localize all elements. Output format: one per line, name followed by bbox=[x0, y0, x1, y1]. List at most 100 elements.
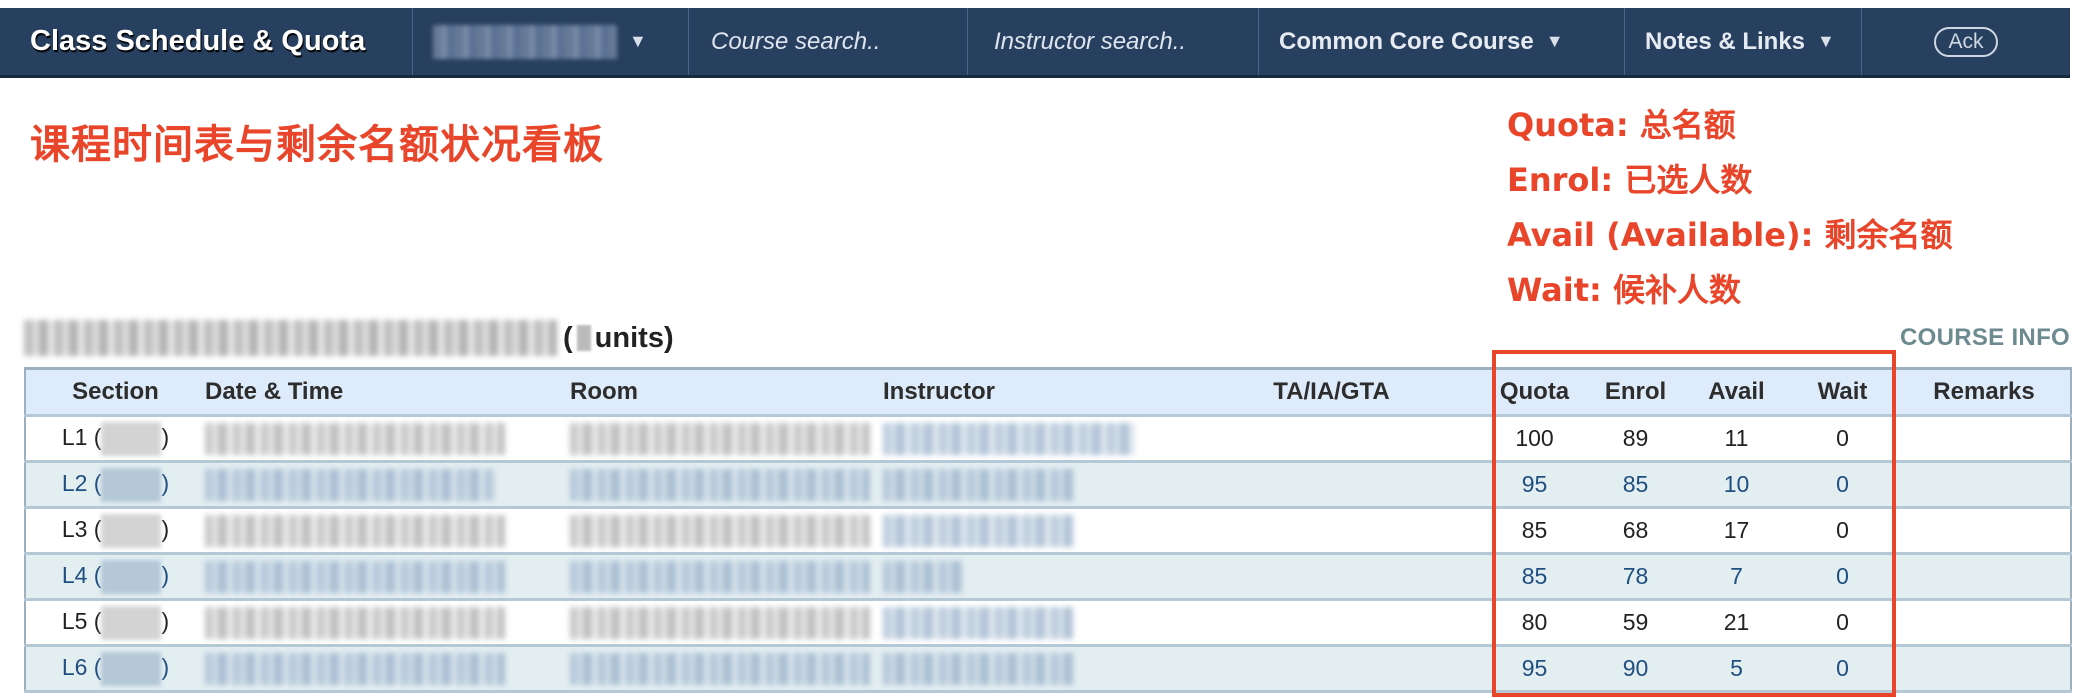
section-cell[interactable]: L1 () bbox=[24, 415, 205, 463]
instructor-cell[interactable] bbox=[883, 507, 1179, 555]
table-row[interactable]: L5 () 80 59 21 0 bbox=[24, 599, 2072, 647]
notes-links-menu[interactable]: Notes & Links ▼ bbox=[1624, 8, 1861, 75]
course-info-link[interactable]: COURSE INFO bbox=[1900, 324, 2070, 352]
annotation-heading: 课程时间表与剩余名额状况看板 bbox=[30, 122, 604, 168]
room-cell bbox=[570, 553, 883, 601]
enrol-cell: 85 bbox=[1585, 461, 1686, 509]
date-time-redacted bbox=[205, 468, 495, 501]
quota-cell: 95 bbox=[1484, 461, 1585, 509]
section-code[interactable]: L1 bbox=[62, 424, 88, 450]
legend-avail: Avail (Available): 剩余名额 bbox=[1507, 216, 1953, 254]
enrol-cell: 59 bbox=[1585, 599, 1686, 647]
wait-cell: 0 bbox=[1787, 553, 1898, 601]
remarks-cell bbox=[1898, 645, 2072, 693]
quota-cell: 80 bbox=[1484, 599, 1585, 647]
term-selector-value-redacted bbox=[433, 24, 617, 59]
section-code[interactable]: L2 bbox=[62, 470, 88, 496]
quota-cell: 100 bbox=[1484, 415, 1585, 463]
date-time-cell bbox=[205, 553, 570, 601]
table-row[interactable]: L4 () 85 78 7 0 bbox=[24, 553, 2072, 601]
common-core-course-menu[interactable]: Common Core Course ▼ bbox=[1258, 8, 1624, 75]
remarks-cell bbox=[1898, 507, 2072, 555]
section-id-redacted bbox=[101, 467, 162, 502]
date-time-redacted bbox=[205, 606, 505, 639]
instructor-redacted[interactable] bbox=[883, 514, 1073, 547]
section-cell[interactable]: L5 () bbox=[24, 599, 205, 647]
table-row[interactable]: L2 () 95 85 10 0 bbox=[24, 461, 2072, 509]
avail-cell: 5 bbox=[1686, 645, 1787, 693]
legend-enrol: Enrol: 已选人数 bbox=[1507, 161, 1753, 199]
col-header-avail: Avail bbox=[1686, 367, 1787, 417]
annotation-legend: Quota: 总名额 Enrol: 已选人数 Avail (Available)… bbox=[1507, 104, 1953, 324]
instructor-cell[interactable] bbox=[883, 553, 1179, 601]
date-time-redacted bbox=[205, 422, 505, 455]
col-header-wait: Wait bbox=[1787, 367, 1898, 417]
term-selector[interactable]: ▼ bbox=[412, 8, 688, 75]
instructor-search-cell bbox=[967, 8, 1258, 75]
date-time-cell bbox=[205, 507, 570, 555]
instructor-redacted[interactable] bbox=[883, 606, 1073, 639]
instructor-cell[interactable] bbox=[883, 599, 1179, 647]
enrol-cell: 90 bbox=[1585, 645, 1686, 693]
section-id-redacted bbox=[101, 605, 162, 640]
course-title: ( units) bbox=[24, 318, 674, 358]
ack-button[interactable]: Ack bbox=[1934, 26, 1998, 57]
section-code[interactable]: L4 bbox=[62, 562, 88, 588]
instructor-cell[interactable] bbox=[883, 645, 1179, 693]
legend-quota: Quota: 总名额 bbox=[1507, 106, 1736, 144]
col-header-enrol: Enrol bbox=[1585, 367, 1686, 417]
notes-links-label: Notes & Links bbox=[1645, 27, 1806, 55]
col-header-remarks: Remarks bbox=[1898, 367, 2072, 417]
room-redacted bbox=[570, 606, 870, 639]
section-code[interactable]: L3 bbox=[62, 516, 88, 542]
course-search-input[interactable] bbox=[711, 27, 951, 56]
chevron-down-icon: ▼ bbox=[629, 31, 647, 51]
remarks-cell bbox=[1898, 599, 2072, 647]
instructor-redacted[interactable] bbox=[883, 560, 963, 593]
ta-cell bbox=[1179, 415, 1484, 463]
wait-cell: 0 bbox=[1787, 599, 1898, 647]
room-cell bbox=[570, 415, 883, 463]
room-redacted bbox=[570, 560, 870, 593]
instructor-search-input[interactable] bbox=[994, 27, 1234, 56]
app-title[interactable]: Class Schedule & Quota bbox=[0, 8, 412, 75]
chevron-down-icon: ▼ bbox=[1545, 31, 1564, 51]
table-row[interactable]: L6 () 95 90 5 0 bbox=[24, 645, 2072, 693]
table-header-row: Section Date & Time Room Instructor TA/I… bbox=[24, 367, 2072, 417]
section-cell[interactable]: L6 () bbox=[24, 645, 205, 693]
top-nav-bar: Class Schedule & Quota ▼ Common Core Cou… bbox=[0, 8, 2070, 78]
col-header-room: Room bbox=[570, 367, 883, 417]
table-row[interactable]: L1 () 100 89 11 0 bbox=[24, 415, 2072, 463]
room-redacted bbox=[570, 514, 870, 547]
ta-cell bbox=[1179, 599, 1484, 647]
wait-cell: 0 bbox=[1787, 645, 1898, 693]
section-code[interactable]: L5 bbox=[62, 608, 88, 634]
room-redacted bbox=[570, 422, 870, 455]
instructor-redacted[interactable] bbox=[883, 422, 1135, 455]
section-id-redacted bbox=[101, 651, 162, 686]
instructor-redacted[interactable] bbox=[883, 468, 1073, 501]
course-search-cell bbox=[688, 8, 967, 75]
section-cell[interactable]: L3 () bbox=[24, 507, 205, 555]
section-cell[interactable]: L2 () bbox=[24, 461, 205, 509]
instructor-cell[interactable] bbox=[883, 415, 1179, 463]
col-header-quota: Quota bbox=[1484, 367, 1585, 417]
instructor-redacted[interactable] bbox=[883, 652, 1073, 685]
table-row[interactable]: L3 () 85 68 17 0 bbox=[24, 507, 2072, 555]
ta-cell bbox=[1179, 461, 1484, 509]
section-id-redacted bbox=[101, 559, 162, 594]
enrol-cell: 78 bbox=[1585, 553, 1686, 601]
instructor-cell[interactable] bbox=[883, 461, 1179, 509]
wait-cell: 0 bbox=[1787, 507, 1898, 555]
ack-cell: Ack bbox=[1861, 8, 2070, 75]
remarks-cell bbox=[1898, 461, 2072, 509]
section-code[interactable]: L6 bbox=[62, 654, 88, 680]
avail-cell: 17 bbox=[1686, 507, 1787, 555]
enrol-cell: 68 bbox=[1585, 507, 1686, 555]
date-time-redacted bbox=[205, 514, 505, 547]
units-open-paren: ( bbox=[563, 321, 573, 354]
wait-cell: 0 bbox=[1787, 461, 1898, 509]
chevron-down-icon: ▼ bbox=[1817, 31, 1835, 51]
date-time-cell bbox=[205, 599, 570, 647]
section-cell[interactable]: L4 () bbox=[24, 553, 205, 601]
